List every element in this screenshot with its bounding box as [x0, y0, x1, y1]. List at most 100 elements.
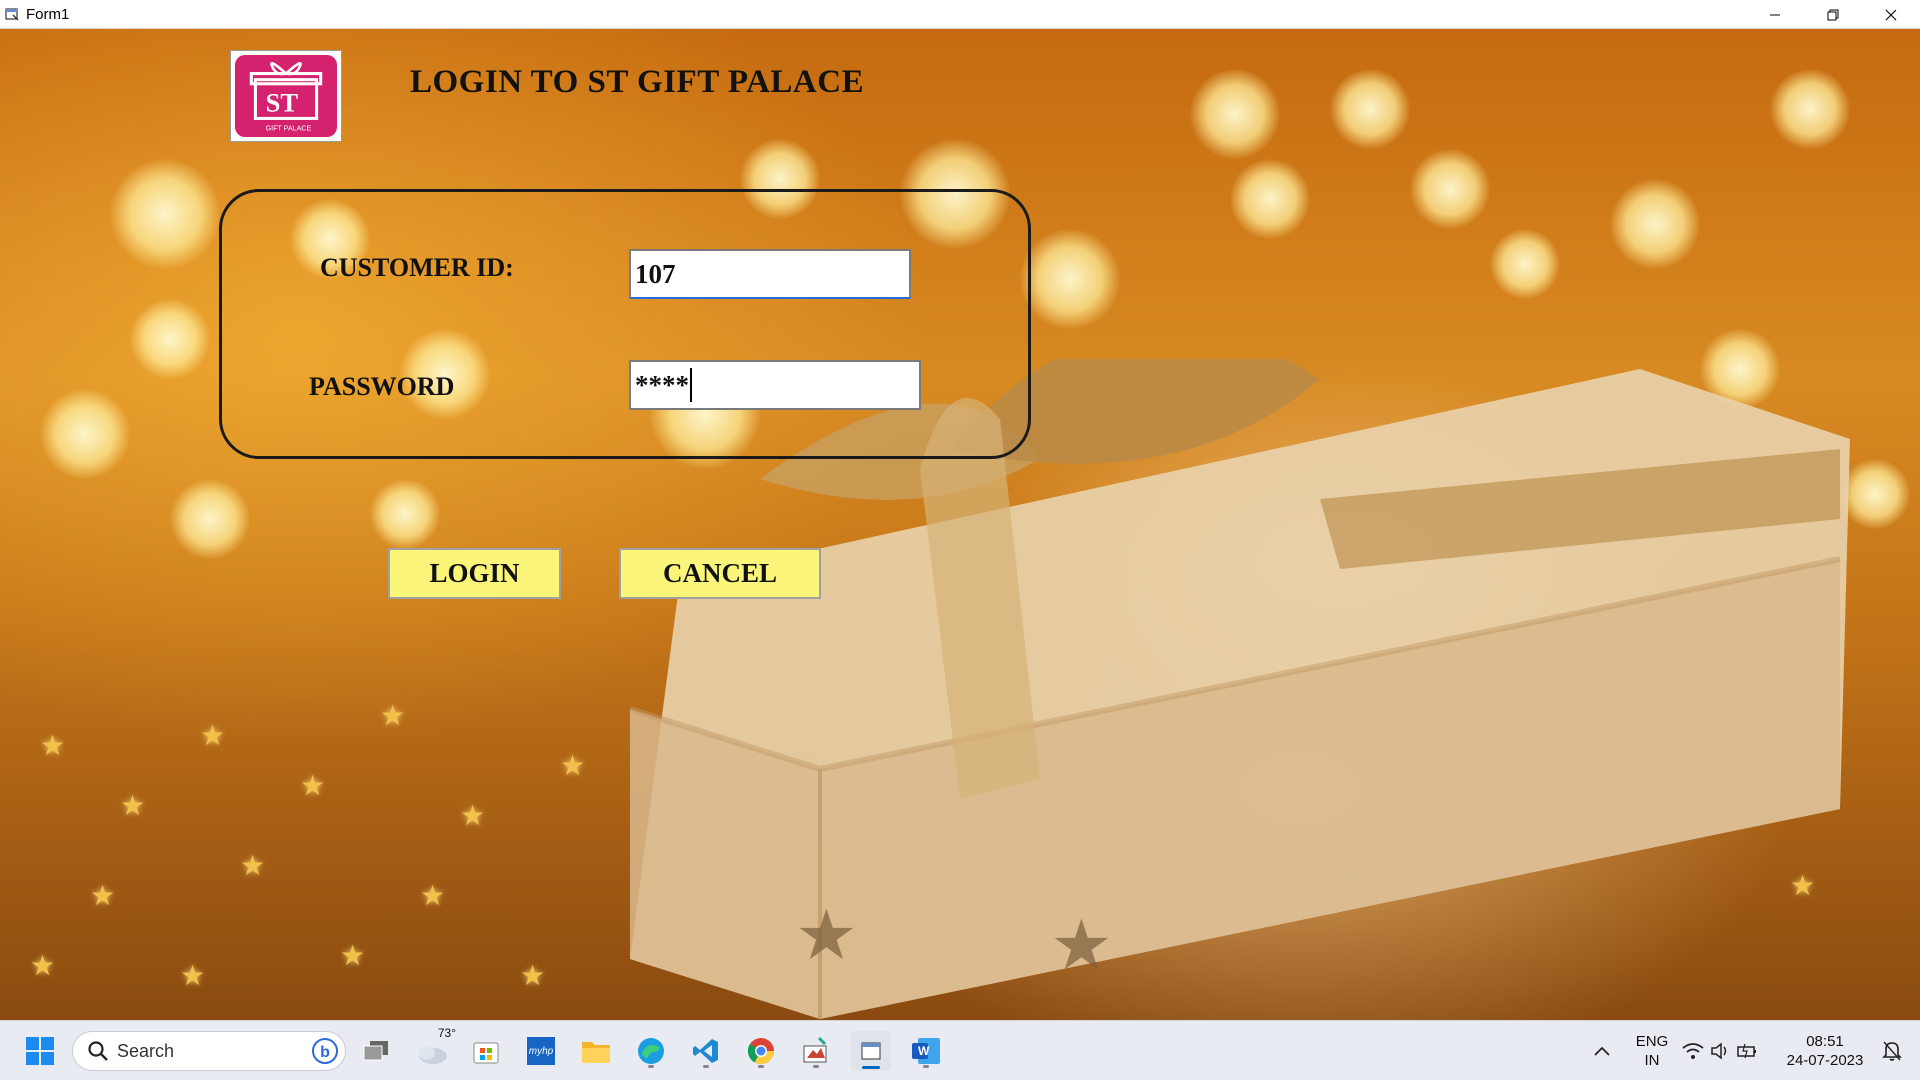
edge-icon [638, 1038, 664, 1064]
minimize-button[interactable] [1746, 0, 1804, 29]
minimize-icon [1770, 14, 1780, 15]
star-confetti: ★ [460, 800, 486, 831]
file-explorer-button[interactable] [576, 1031, 616, 1071]
start-button[interactable] [20, 1031, 60, 1071]
store-icon [473, 1042, 499, 1064]
credentials-group-box [219, 189, 1031, 459]
paint-button[interactable] [796, 1031, 836, 1071]
input-language-indicator[interactable]: ENG IN [1630, 1032, 1674, 1070]
form-app-taskbar-button[interactable] [851, 1031, 891, 1071]
edge-button[interactable] [631, 1031, 671, 1071]
chevron-up-icon [1594, 1046, 1610, 1056]
chrome-icon [747, 1038, 775, 1065]
password-value: **** [635, 369, 689, 400]
bokeh-light [170, 479, 250, 559]
running-indicator [813, 1065, 819, 1068]
customer-id-value: 107 [635, 258, 676, 289]
st-gift-palace-logo: ST GIFT PALACE [230, 50, 342, 142]
window-title-bar[interactable]: Form1 [0, 0, 1920, 29]
task-view-icon [363, 1041, 388, 1061]
star-confetti: ★ [380, 700, 406, 731]
word-button[interactable]: W [906, 1031, 946, 1071]
bokeh-light [1770, 69, 1850, 149]
bokeh-light [40, 389, 130, 479]
taskbar: Search b 73° myhp W ENG IN 08:51 24-07-2… [0, 1020, 1920, 1080]
clock-time: 08:51 [1806, 1033, 1844, 1050]
star-confetti: ★ [40, 730, 66, 761]
close-icon [1885, 9, 1897, 20]
star-confetti: ★ [120, 790, 146, 821]
language-code: ENG [1635, 1033, 1669, 1050]
myhp-button[interactable]: myhp [521, 1031, 561, 1071]
chrome-button[interactable] [741, 1031, 781, 1071]
login-form: ★ ★ ★ ★ ★ ★ ★ ★ ★ ★ ★ ★ ★ ★ ★ ★ ★ [0, 29, 1920, 1020]
svg-text:b: b [320, 1044, 330, 1061]
bing-icon: b [312, 1038, 338, 1064]
running-indicator [923, 1065, 929, 1068]
password-field[interactable]: **** [629, 360, 921, 410]
cancel-button[interactable]: CANCEL [619, 548, 821, 599]
restore-button[interactable] [1804, 0, 1862, 29]
star-confetti: ★ [200, 720, 226, 751]
form-app-icon [861, 1042, 881, 1060]
show-hidden-icons-button[interactable] [1582, 1031, 1622, 1071]
login-button[interactable]: LOGIN [388, 548, 561, 599]
search-icon [88, 1041, 108, 1061]
search-label: Search [117, 1040, 175, 1061]
star-confetti: ★ [560, 750, 586, 781]
star-confetti: ★ [300, 770, 326, 801]
gift-logo-icon: ST GIFT PALACE [249, 62, 323, 133]
form-app-icon [5, 8, 19, 21]
close-button[interactable] [1862, 0, 1920, 29]
clock[interactable]: 08:51 24-07-2023 [1780, 1032, 1870, 1070]
weather-temp: 73° [437, 1026, 456, 1040]
volume-icon [1711, 1042, 1727, 1060]
bokeh-light [110, 159, 220, 269]
bokeh-light [1230, 159, 1310, 239]
desktop-screen: Form1 ★ ★ ★ ★ ★ ★ ★ ★ ★ ★ ★ ★ ★ ★ ★ ★ ★ … [0, 0, 1920, 1080]
bokeh-light [1330, 69, 1410, 149]
restore-icon [1827, 9, 1839, 20]
clock-date: 24-07-2023 [1786, 1052, 1864, 1069]
file-explorer-icon [582, 1042, 610, 1063]
paint-icon [803, 1036, 827, 1063]
taskbar-search-box[interactable]: Search b [72, 1031, 346, 1071]
wifi-icon [1682, 1043, 1704, 1059]
logo-subtext: GIFT PALACE [266, 125, 312, 133]
star-confetti: ★ [90, 880, 116, 911]
svg-text:★: ★ [795, 896, 858, 974]
star-confetti: ★ [340, 940, 366, 971]
quick-settings-button[interactable] [1680, 1031, 1760, 1071]
bokeh-light [1190, 69, 1280, 159]
running-indicator [703, 1065, 709, 1068]
customer-id-label: CUSTOMER ID: [320, 253, 514, 282]
active-indicator [862, 1066, 880, 1069]
star-confetti: ★ [240, 850, 266, 881]
star-confetti: ★ [520, 960, 546, 991]
running-indicator [758, 1065, 764, 1068]
page-title: LOGIN TO ST GIFT PALACE [410, 64, 865, 100]
customer-id-field[interactable]: 107 [629, 249, 911, 299]
bokeh-light [1840, 459, 1910, 529]
logo-text: ST [266, 87, 299, 117]
star-confetti: ★ [180, 960, 206, 991]
notifications-button[interactable] [1872, 1031, 1912, 1071]
window-title: Form1 [26, 5, 70, 23]
start-icon [26, 1037, 54, 1065]
battery-icon [1737, 1043, 1756, 1059]
word-label: W [918, 1044, 930, 1058]
store-button[interactable] [466, 1031, 506, 1071]
star-confetti: ★ [30, 950, 56, 981]
text-caret [690, 368, 692, 402]
weather-widget[interactable]: 73° [412, 1026, 456, 1071]
weather-icon [419, 1046, 447, 1064]
star-confetti: ★ [1790, 870, 1816, 901]
bokeh-light [1020, 229, 1120, 329]
svg-text:★: ★ [1050, 906, 1113, 984]
vscode-button[interactable] [686, 1031, 726, 1071]
bokeh-light [1490, 229, 1560, 299]
password-label: PASSWORD [309, 372, 455, 401]
task-view-button[interactable] [356, 1031, 396, 1071]
bokeh-light [1410, 149, 1490, 229]
running-indicator [648, 1065, 654, 1068]
